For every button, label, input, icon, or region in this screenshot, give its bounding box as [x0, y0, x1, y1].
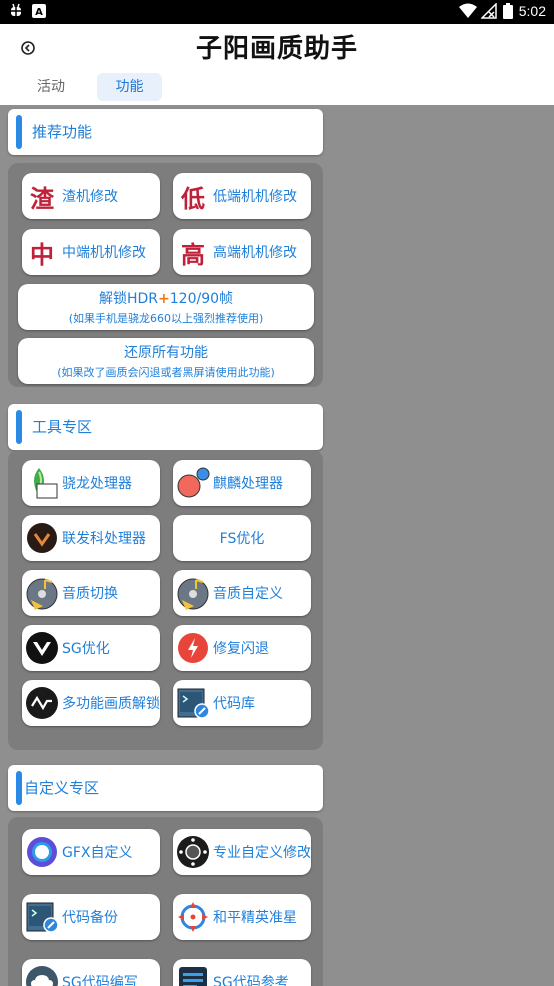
pro-custom-button[interactable]: 专业自定义修改 [173, 829, 311, 875]
kirin-button[interactable]: 麒麟处理器 [173, 460, 311, 506]
sg-optimize-button[interactable]: SG优化 [22, 625, 160, 671]
app-a-icon: A [32, 3, 48, 19]
tools-panel: 骁龙处理器 麒麟处理器 联发科处理器 FS优化 音质切换 音质自定义 SG优化 … [8, 450, 323, 750]
unlock-hdr-button[interactable]: 解锁HDR+120/90帧 (如果手机是骁龙660以上强烈推荐使用) [18, 284, 314, 330]
section-custom-header: 自定义专区 [8, 765, 323, 811]
dial-icon [175, 834, 211, 870]
section-marker [16, 115, 22, 149]
svg-text:A: A [35, 7, 43, 18]
bug-icon [8, 3, 24, 19]
gfx-ring-icon [24, 834, 60, 870]
pubg-crosshair-button[interactable]: 和平精英准星 [173, 894, 311, 940]
snapdragon-icon [24, 465, 60, 501]
char-icon: 中 [30, 239, 54, 269]
main-content: 推荐功能 渣 渣机修改 低 低端机机修改 中 中端机机修改 高 高端机机修改 解… [0, 105, 554, 986]
section-marker [16, 771, 22, 805]
tab-features[interactable]: 功能 [97, 73, 162, 101]
snapdragon-button[interactable]: 骁龙处理器 [22, 460, 160, 506]
music-disc-icon [175, 575, 211, 611]
status-bar: A 5:02 [0, 0, 554, 24]
crosshair-icon [175, 899, 211, 935]
section-tools-header: 工具专区 [8, 404, 323, 450]
code-file-icon [24, 899, 60, 935]
sg-code-write-button[interactable]: SG代码编写 [22, 959, 160, 986]
code-library-button[interactable]: 代码库 [173, 680, 311, 726]
clock: 5:02 [518, 3, 546, 19]
fix-crash-button[interactable]: 修复闪退 [173, 625, 311, 671]
sg-logo-icon [24, 630, 60, 666]
section-title: 工具专区 [32, 418, 93, 436]
char-icon: 高 [181, 239, 205, 269]
gfx-custom-button[interactable]: GFX自定义 [22, 829, 160, 875]
mediatek-button[interactable]: 联发科处理器 [22, 515, 160, 561]
wifi-icon [458, 3, 477, 19]
code-file-icon [175, 685, 211, 721]
lightning-icon [175, 630, 211, 666]
battery-icon [502, 3, 513, 19]
sound-custom-button[interactable]: 音质自定义 [173, 570, 311, 616]
char-icon: 渣 [30, 183, 54, 213]
code-backup-button[interactable]: 代码备份 [22, 894, 160, 940]
junk-phone-button[interactable]: 渣 渣机修改 [22, 173, 160, 219]
document-icon [175, 964, 211, 986]
mediatek-icon [24, 520, 60, 556]
plus-icon: + [158, 291, 170, 307]
pulse-icon [24, 685, 60, 721]
music-disc-icon [24, 575, 60, 611]
signal-off-icon [479, 2, 497, 19]
char-icon: 低 [181, 183, 205, 213]
recommended-panel: 渣 渣机修改 低 低端机机修改 中 中端机机修改 高 高端机机修改 解锁HDR+… [8, 163, 323, 387]
fs-optimize-button[interactable]: FS优化 [173, 515, 311, 561]
section-marker [16, 410, 22, 444]
app-header: 子阳画质助手 [0, 24, 554, 72]
section-title: 推荐功能 [32, 123, 93, 141]
section-recommended-header: 推荐功能 [8, 109, 323, 155]
section-title: 自定义专区 [24, 779, 100, 797]
kirin-icon [175, 465, 211, 501]
multi-unlock-button[interactable]: 多功能画质解锁 [22, 680, 160, 726]
page-title: 子阳画质助手 [195, 34, 358, 64]
sound-switch-button[interactable]: 音质切换 [22, 570, 160, 616]
mid-end-button[interactable]: 中 中端机机修改 [22, 229, 160, 275]
tab-activity[interactable]: 活动 [26, 73, 76, 101]
cloud-icon [24, 964, 60, 986]
sg-code-reference-button[interactable]: SG代码参考 [173, 959, 311, 986]
custom-panel: GFX自定义 专业自定义修改 代码备份 和平精英准星 SG代码编写 SG代码参考 [8, 817, 323, 986]
tab-bar: 活动 功能 [0, 72, 554, 105]
low-end-button[interactable]: 低 低端机机修改 [173, 173, 311, 219]
restore-all-button[interactable]: 还原所有功能 (如果改了画质会闪退或者黑屏请使用此功能) [18, 338, 314, 384]
high-end-button[interactable]: 高 高端机机修改 [173, 229, 311, 275]
